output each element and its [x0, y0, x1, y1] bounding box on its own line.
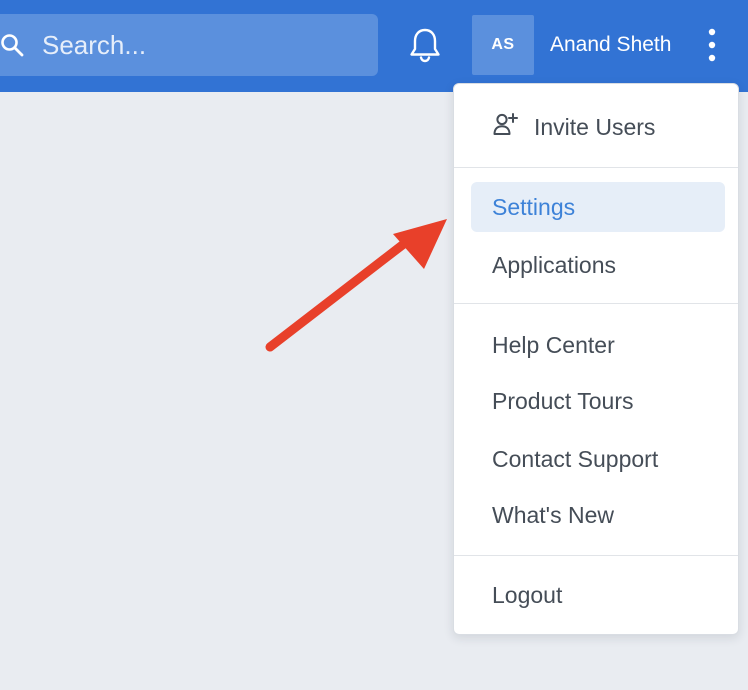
menu-item-applications[interactable]: Applications — [471, 240, 725, 290]
user-initials: AS — [491, 36, 515, 53]
menu-item-whats-new[interactable]: What's New — [471, 490, 725, 540]
search-icon — [1, 34, 24, 57]
menu-item-label: Help Center — [492, 332, 615, 358]
search-input[interactable] — [42, 14, 362, 76]
bell-icon[interactable] — [408, 27, 442, 63]
menu-item-settings[interactable]: Settings — [471, 182, 725, 232]
menu-item-label: Invite Users — [534, 114, 656, 140]
menu-item-label: Contact Support — [492, 446, 659, 472]
menu-divider — [454, 555, 738, 556]
menu-divider — [454, 303, 738, 304]
menu-item-invite-users[interactable]: Invite Users — [471, 102, 725, 152]
menu-item-help-center[interactable]: Help Center — [471, 320, 725, 370]
add-user-icon — [493, 113, 518, 135]
menu-item-label: Applications — [492, 252, 617, 278]
user-avatar[interactable]: AS — [472, 15, 534, 75]
user-dropdown-menu: Invite Users Settings Applications Help … — [453, 83, 739, 635]
user-name[interactable]: Anand Sheth — [550, 29, 671, 61]
menu-item-label: Logout — [492, 582, 563, 608]
menu-item-label: Product Tours — [492, 388, 634, 414]
menu-item-label: What's New — [492, 502, 614, 528]
top-navigation-bar: AS Anand Sheth — [0, 0, 748, 92]
search-box[interactable] — [0, 14, 378, 76]
menu-item-contact-support[interactable]: Contact Support — [471, 434, 725, 484]
menu-item-logout[interactable]: Logout — [471, 570, 725, 620]
menu-item-product-tours[interactable]: Product Tours — [471, 376, 725, 426]
menu-divider — [454, 167, 738, 168]
kebab-vertical-icon[interactable] — [698, 26, 726, 64]
menu-item-label: Settings — [492, 194, 576, 220]
